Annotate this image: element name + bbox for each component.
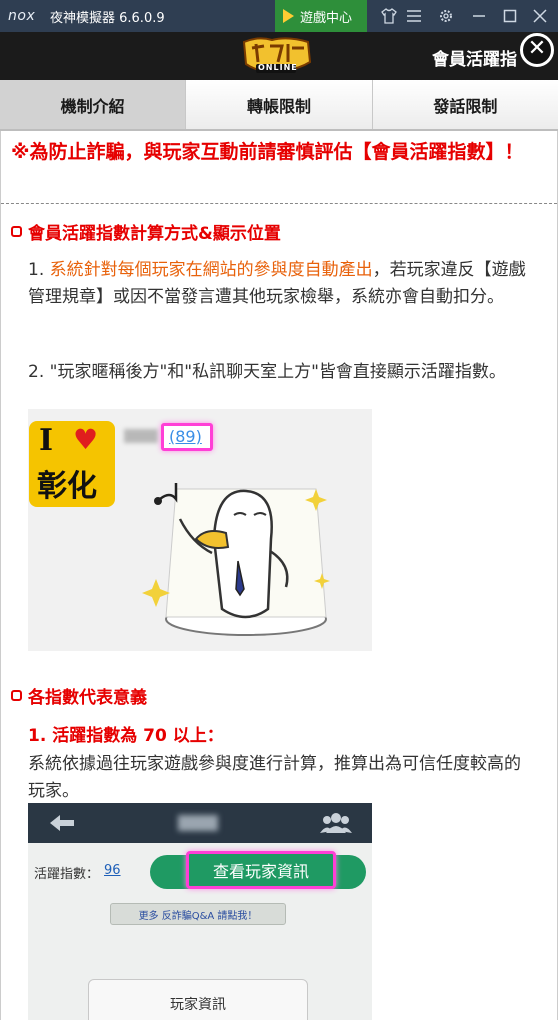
maximize-icon[interactable] [494, 0, 526, 32]
example-image-nickname: I ♥ 彰化 (89) [28, 409, 372, 651]
play-store-icon [283, 9, 294, 23]
tab-transfer-limit[interactable]: 轉帳限制 [186, 80, 373, 129]
divider [1, 203, 557, 204]
player-info-label: 玩家資訊 [170, 997, 226, 1013]
chat-body: 活躍指數： 96 查看玩家資訊 更多 反詐騙Q&A 請點我！ 玩家資訊 [28, 843, 372, 1020]
subtitle-70-above: 1. 活躍指數為 70 以上： [28, 726, 224, 746]
duck-sticker-illustration [142, 483, 330, 636]
tab-bar: 機制介紹 轉帳限制 發話限制 [0, 80, 558, 131]
fraud-qa-link-label: 更多 反詐騙Q&A 請點我！ [138, 910, 258, 922]
minimize-icon[interactable] [463, 0, 495, 32]
emulator-titlebar: nox 夜神模擬器 6.6.0.9 遊戲中心 [0, 0, 558, 32]
page-title: 會員活躍指 [432, 50, 517, 70]
tab-mechanism[interactable]: 機制介紹 [0, 80, 187, 129]
section-title-text: 各指數代表意義 [28, 688, 147, 708]
para-1-highlight: 系統針對每個玩家在網站的參與度自動產出 [49, 260, 373, 280]
nox-logo: nox [8, 8, 36, 24]
group-icon [320, 813, 352, 833]
fraud-qa-link[interactable]: 更多 反詐騙Q&A 請點我！ [110, 903, 286, 925]
activity-label: 活躍指數： [34, 867, 100, 882]
tab-speech-limit[interactable]: 發話限制 [372, 80, 558, 129]
content-area: ※為防止詐騙，與玩家互動前請審慎評估【會員活躍指數】！ 會員活躍指數計算方式&顯… [0, 131, 558, 1020]
activity-score: (89) [169, 427, 202, 446]
avatar: I ♥ 彰化 [29, 421, 115, 507]
game-logo: ONLINE [238, 36, 318, 76]
close-window-icon[interactable] [524, 0, 556, 32]
menu-icon[interactable] [398, 0, 430, 32]
game-logo-text: ONLINE [258, 63, 298, 72]
bullet-icon [11, 226, 22, 237]
section-title-text: 會員活躍指數計算方式&顯示位置 [28, 224, 281, 244]
example-image-chat: 活躍指數： 96 查看玩家資訊 更多 反詐騙Q&A 請點我！ 玩家資訊 [28, 803, 372, 1020]
section-title-calculation: 會員活躍指數計算方式&顯示位置 [11, 219, 281, 244]
avatar-text: 彰化 [37, 469, 97, 504]
bullet-icon [11, 690, 22, 701]
close-button[interactable]: ✕ [520, 33, 554, 67]
blurred-chat-name [178, 815, 218, 831]
fraud-warning: ※為防止詐騙，與玩家互動前請審慎評估【會員活躍指數】！ [11, 141, 524, 163]
paragraph-1: 1. 系統針對每個玩家在網站的參與度自動產出，若玩家違反【遊戲管理規章】或因不當… [28, 257, 533, 311]
para-1-prefix: 1. [28, 260, 50, 280]
paragraph-2: 2. "玩家暱稱後方"和"私訊聊天室上方"皆會直接顯示活躍指數。 [28, 362, 506, 382]
paragraph-3: 系統依據過往玩家遊戲參與度進行計算，推算出為可信任度較高的玩家。 [28, 754, 521, 801]
settings-icon[interactable] [430, 0, 462, 32]
view-player-info-label: 查看玩家資訊 [212, 862, 309, 881]
blurred-nickname [124, 429, 158, 443]
app-title: 夜神模擬器 6.6.0.9 [50, 10, 165, 26]
page-header: ONLINE 會員活躍指 [0, 32, 558, 80]
activity-value: 96 [104, 863, 121, 878]
heart-icon: ♥ [73, 423, 99, 456]
game-center-label: 遊戲中心 [300, 10, 353, 26]
chat-topbar [28, 803, 372, 843]
view-player-info-button[interactable]: 查看玩家資訊 [186, 851, 336, 889]
player-info-panel[interactable]: 玩家資訊 [88, 979, 308, 1020]
back-arrow-icon [50, 815, 74, 831]
section-title-meaning: 各指數代表意義 [11, 683, 147, 708]
avatar-letter: I [39, 423, 54, 458]
game-center-button[interactable]: 遊戲中心 [275, 0, 367, 32]
activity-score-badge: (89) [161, 423, 213, 451]
